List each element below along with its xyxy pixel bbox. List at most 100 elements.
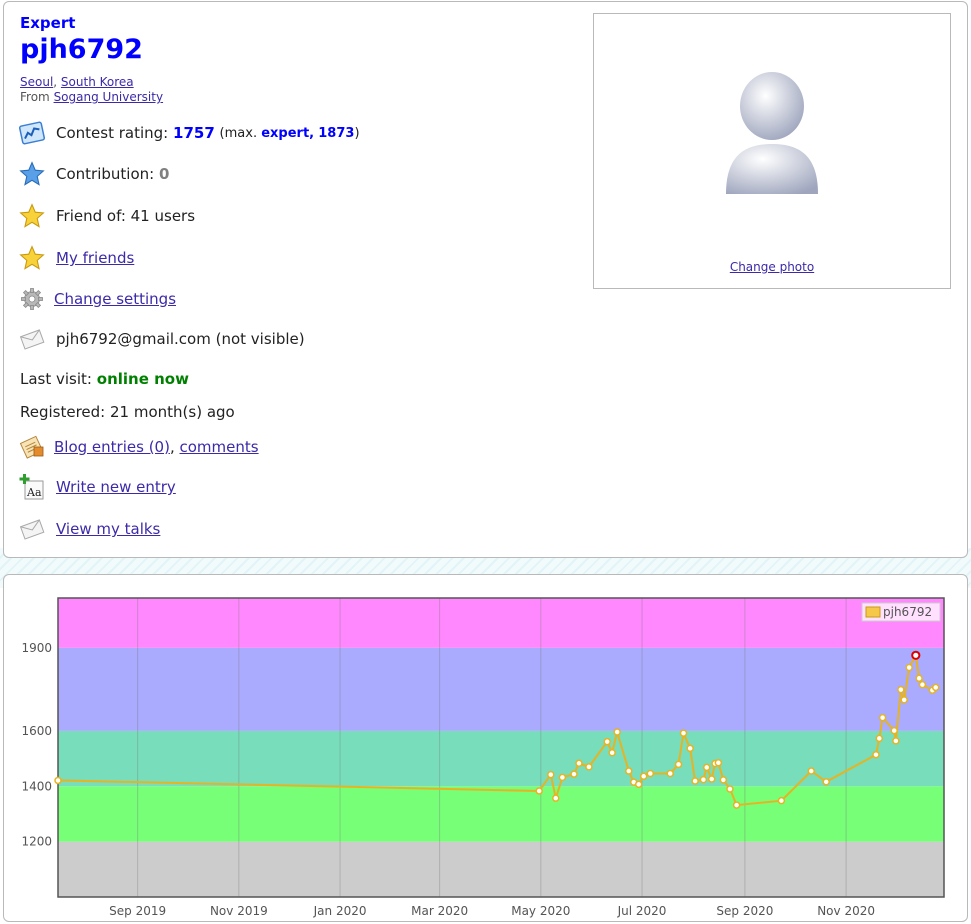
data-point-9 bbox=[608, 749, 616, 757]
data-point-21 bbox=[699, 775, 708, 784]
data-point-17 bbox=[674, 760, 683, 769]
comments-link[interactable]: comments bbox=[180, 438, 259, 456]
data-point-37 bbox=[897, 685, 905, 694]
envelope-icon bbox=[18, 515, 46, 543]
x-tick-label-3: Mar 2020 bbox=[411, 904, 468, 918]
view-talks-link[interactable]: View my talks bbox=[56, 520, 160, 538]
rating-band-2 bbox=[58, 730, 944, 787]
data-point-27 bbox=[726, 785, 734, 793]
data-point-23 bbox=[707, 775, 716, 783]
data-point-35 bbox=[890, 726, 898, 735]
data-point-7 bbox=[585, 763, 593, 771]
data-point-4 bbox=[558, 773, 567, 782]
data-point-0 bbox=[54, 776, 62, 785]
rating-value: 1757 bbox=[173, 124, 215, 142]
data-point-25 bbox=[714, 758, 723, 767]
blog-entries-link[interactable]: Blog entries (0) bbox=[54, 438, 170, 456]
data-point-38 bbox=[900, 696, 908, 704]
data-point-30 bbox=[807, 767, 816, 775]
data-point-2 bbox=[547, 770, 555, 779]
data-point-33 bbox=[875, 734, 884, 743]
envelope-icon bbox=[18, 325, 46, 353]
rating-max-suffix: ) bbox=[354, 125, 360, 141]
email-row: pjh6792@gmail.com (not visible) bbox=[18, 325, 305, 353]
default-avatar-icon bbox=[722, 72, 822, 206]
rating-max-prefix: (max. bbox=[219, 125, 258, 141]
legend-label: pjh6792 bbox=[883, 605, 932, 619]
data-point-16 bbox=[666, 769, 674, 778]
y-tick-label-0: 1200 bbox=[21, 835, 52, 849]
user-location: Seoul, South Korea From Sogang Universit… bbox=[20, 75, 164, 104]
write-new-entry-link[interactable]: Write new entry bbox=[56, 478, 176, 496]
data-point-11 bbox=[625, 767, 633, 775]
blog-notepad-icon bbox=[18, 433, 46, 461]
data-point-22 bbox=[702, 763, 711, 772]
data-point-34 bbox=[878, 713, 887, 722]
last-visit-value: online now bbox=[96, 370, 189, 388]
data-point-44 bbox=[931, 683, 940, 692]
contribution-value: 0 bbox=[158, 165, 170, 183]
contest-rating-row: Contest rating: 1757 (max. expert, 1873) bbox=[18, 119, 360, 147]
data-point-8 bbox=[603, 737, 611, 746]
data-point-19 bbox=[686, 744, 694, 753]
change-photo-link[interactable]: Change photo bbox=[730, 260, 814, 274]
profile-photo-box: Change photo bbox=[593, 13, 951, 289]
city-link[interactable]: Seoul bbox=[20, 75, 53, 89]
registered-text: Registered: 21 month(s) ago bbox=[20, 403, 235, 421]
data-point-10 bbox=[613, 728, 621, 736]
change-settings-link[interactable]: Change settings bbox=[54, 290, 176, 308]
data-point-5 bbox=[570, 770, 578, 778]
data-point-39 bbox=[905, 663, 913, 672]
write-entry-icon: Aa bbox=[18, 473, 46, 501]
rating-chart-card: 1200 1400 1600 1900 Sep 2019 Nov 2019 Jan 2020… bbox=[3, 574, 968, 922]
data-point-29 bbox=[777, 796, 786, 805]
x-tick-label-1: Nov 2019 bbox=[210, 904, 268, 918]
data-point-36 bbox=[892, 737, 900, 745]
data-point-15 bbox=[646, 769, 655, 778]
y-tick-label-2: 1600 bbox=[21, 724, 52, 738]
write-entry-row: Aa Write new entry bbox=[18, 473, 176, 501]
user-rank: Expert bbox=[20, 14, 76, 32]
my-friends-row: My friends bbox=[18, 244, 134, 272]
rating-band-4 bbox=[58, 598, 944, 648]
rating-max-value: 1873 bbox=[318, 125, 355, 141]
data-point-1 bbox=[535, 787, 543, 795]
x-tick-label-0: Sep 2019 bbox=[109, 904, 166, 918]
rating-band-1 bbox=[58, 786, 944, 842]
user-handle: pjh6792 bbox=[20, 34, 143, 65]
last-visit-row: Last visit: online now bbox=[20, 365, 189, 393]
rating-band-0 bbox=[58, 841, 944, 897]
x-tick-label-6: Sep 2020 bbox=[716, 904, 773, 918]
x-tick-label-4: May 2020 bbox=[511, 904, 570, 918]
data-point-26 bbox=[719, 776, 728, 784]
data-point-31 bbox=[822, 778, 830, 786]
gear-icon bbox=[18, 285, 46, 313]
data-point-6 bbox=[575, 759, 583, 768]
country-link[interactable]: South Korea bbox=[61, 75, 134, 89]
x-tick-label-2: Jan 2020 bbox=[313, 904, 367, 918]
rating-max-rank: expert, bbox=[261, 125, 315, 141]
gold-star-icon bbox=[18, 244, 46, 272]
svg-text:Aa: Aa bbox=[26, 486, 42, 499]
settings-row: Change settings bbox=[18, 285, 176, 313]
data-point-13 bbox=[634, 780, 643, 789]
friend-of-text: Friend of: 41 users bbox=[56, 207, 196, 225]
y-tick-label-1: 1400 bbox=[21, 779, 52, 793]
y-tick-label-3: 1900 bbox=[21, 641, 52, 655]
my-friends-link[interactable]: My friends bbox=[56, 249, 134, 267]
data-point-20 bbox=[691, 777, 699, 785]
organization-link[interactable]: Sogang University bbox=[54, 90, 164, 104]
blue-star-icon bbox=[18, 160, 46, 188]
data-point-18 bbox=[679, 729, 688, 737]
blog-comma: , bbox=[169, 438, 175, 456]
data-point-41 bbox=[915, 674, 923, 683]
rating-chart-icon bbox=[18, 119, 46, 147]
contribution-label: Contribution: bbox=[56, 165, 155, 183]
last-visit-label: Last visit: bbox=[20, 370, 92, 388]
profile-info-card: Expert pjh6792 Seoul, South Korea From S… bbox=[3, 1, 968, 558]
registered-row: Registered: 21 month(s) ago bbox=[20, 398, 235, 426]
talks-row: View my talks bbox=[18, 515, 160, 543]
contribution-row: Contribution: 0 bbox=[18, 160, 169, 188]
x-tick-label-5: Jul 2020 bbox=[617, 904, 667, 918]
gold-star-icon bbox=[18, 202, 46, 230]
